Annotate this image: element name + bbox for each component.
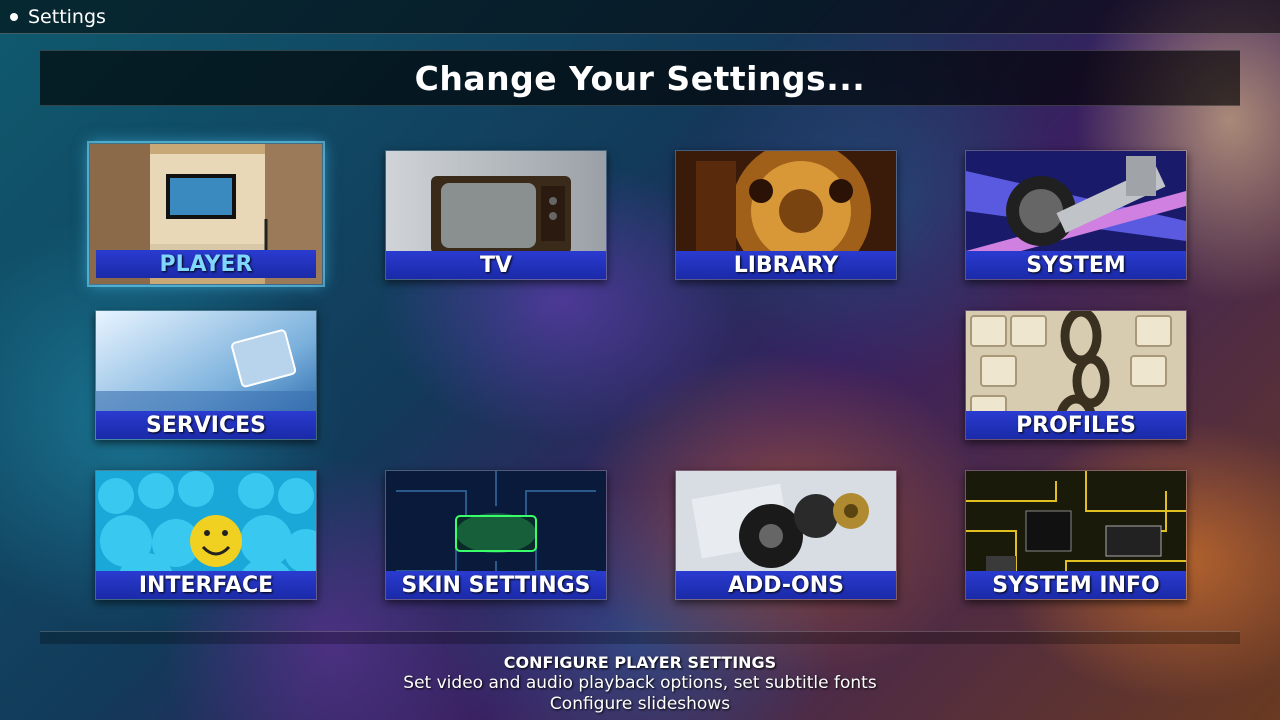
tile-system-info[interactable]: SYSTEM INFO bbox=[965, 470, 1187, 600]
footer-divider bbox=[40, 631, 1240, 644]
tile-system[interactable]: SYSTEM bbox=[965, 150, 1187, 280]
tile-services[interactable]: SERVICES bbox=[95, 310, 317, 440]
tile-label: TV bbox=[386, 251, 606, 279]
description-line-1: Set video and audio playback options, se… bbox=[403, 673, 877, 693]
bullet-icon bbox=[10, 12, 18, 21]
top-bar: Settings bbox=[0, 0, 1280, 34]
tile-library[interactable]: LIBRARY bbox=[675, 150, 897, 280]
tile-player[interactable]: PLAYER bbox=[87, 141, 325, 287]
description-line-2: Configure slideshows bbox=[549, 694, 731, 714]
tile-label: SYSTEM INFO bbox=[966, 571, 1186, 599]
description-panel: CONFIGURE PLAYER SETTINGS Set video and … bbox=[0, 652, 1280, 715]
page-title: Change Your Settings... bbox=[414, 58, 866, 98]
breadcrumb: Settings bbox=[28, 5, 106, 28]
description-title: CONFIGURE PLAYER SETTINGS bbox=[503, 653, 777, 672]
tile-tv[interactable]: TV bbox=[385, 150, 607, 280]
title-bar: Change Your Settings... bbox=[40, 50, 1240, 106]
tile-label: INTERFACE bbox=[96, 571, 316, 599]
tile-profiles[interactable]: PROFILES bbox=[965, 310, 1187, 440]
tile-add-ons[interactable]: ADD-ONS bbox=[675, 470, 897, 600]
tile-label: SYSTEM bbox=[966, 251, 1186, 279]
tile-label: PROFILES bbox=[966, 411, 1186, 439]
tile-label: ADD-ONS bbox=[676, 571, 896, 599]
tile-label: SERVICES bbox=[96, 411, 316, 439]
tile-label: PLAYER bbox=[96, 250, 316, 278]
tile-interface[interactable]: INTERFACE bbox=[95, 470, 317, 600]
tile-label: LIBRARY bbox=[676, 251, 896, 279]
tile-skin-settings[interactable]: SKIN SETTINGS bbox=[385, 470, 607, 600]
tile-label: SKIN SETTINGS bbox=[386, 571, 606, 599]
